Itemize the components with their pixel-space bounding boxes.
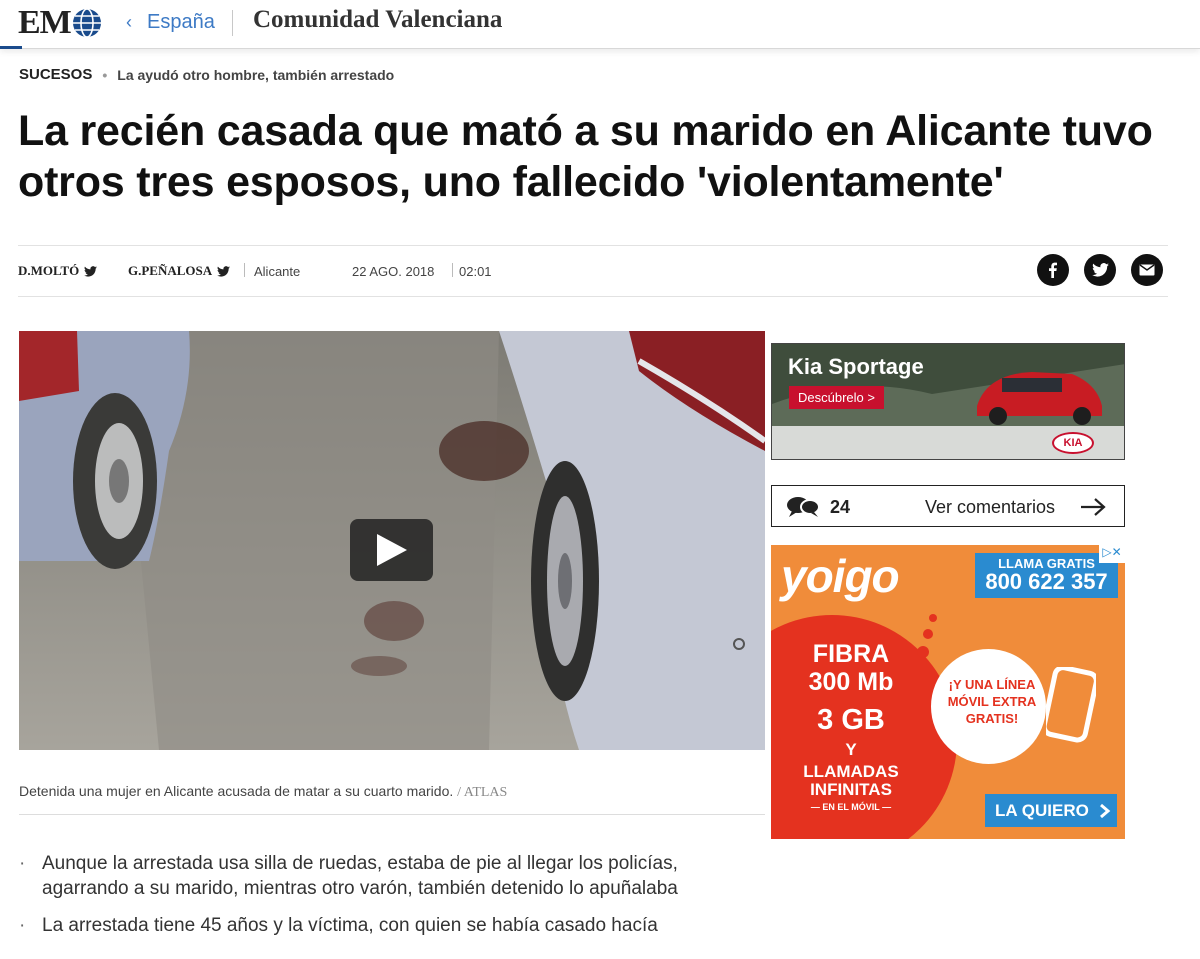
phone-icon: [1046, 667, 1096, 743]
caption-divider: [19, 814, 765, 815]
ad-offer: FIBRA 300 Mb 3 GB Y LLAMADAS INFINITAS —…: [791, 640, 911, 812]
kicker-separator: •: [102, 66, 108, 83]
list-item: · La arrestada tiene 45 años y la víctima…: [19, 913, 765, 938]
adchoices-icon[interactable]: ▷✕: [1099, 545, 1125, 563]
twitter-icon: [217, 265, 231, 277]
author-2[interactable]: G.PEÑALOSA: [128, 263, 231, 279]
list-item-text: La arrestada tiene 45 años y la víctima,…: [42, 915, 658, 936]
section-title[interactable]: Comunidad Valenciana: [253, 6, 502, 34]
site-logo[interactable]: EM: [18, 4, 102, 42]
bullet-icon: ·: [19, 853, 26, 874]
offer-and: Y: [845, 740, 857, 759]
mobile-label: — EN EL MÓVIL —: [810, 802, 892, 812]
twitter-icon: [84, 265, 98, 277]
bullet-icon: ·: [19, 915, 26, 936]
byline-bar: D.MOLTÓ G.PEÑALOSA Alicante 22 AGO. 2018…: [18, 245, 1168, 297]
chevron-right-icon: [1099, 803, 1111, 818]
logo-text: EM: [18, 4, 72, 41]
article-kicker: SUCESOS • La ayudó otro hombre, también …: [19, 66, 394, 83]
video-caption: Detenida una mujer en Alicante acusada d…: [19, 783, 507, 801]
caption-text: Detenida una mujer en Alicante acusada d…: [19, 783, 454, 799]
comments-count: 24: [830, 497, 851, 517]
la-quiero-button[interactable]: LA QUIERO: [985, 794, 1117, 827]
comments-button[interactable]: 24 Ver comentarios: [771, 485, 1125, 527]
fibra-speed: 300 Mb: [808, 668, 894, 696]
play-button[interactable]: [350, 519, 433, 581]
article-headline: La recién casada que mató a su marido en…: [18, 107, 1153, 206]
twitter-icon: [1091, 263, 1109, 277]
video-player[interactable]: [19, 331, 765, 750]
article-date: 22 AGO. 2018: [352, 264, 435, 279]
kia-logo: KIA: [1052, 432, 1094, 454]
phone-number: 800 622 357: [985, 569, 1108, 594]
ad-cta-button[interactable]: Descúbrelo >: [789, 386, 884, 409]
yoigo-logo: yoigo: [781, 550, 900, 602]
comments-icon: [787, 497, 820, 517]
list-item-text: Aunque la arrestada usa silla de ruedas,…: [42, 853, 678, 899]
arrow-right-icon: [1081, 498, 1106, 516]
top-navigation-bar: EM ‹ España Comunidad Valenciana: [0, 0, 1200, 49]
play-icon: [376, 534, 407, 566]
calls-label: LLAMADAS INFINITAS: [803, 762, 899, 799]
promo-text: ¡Y UNA LÍNEA MÓVIL EXTRA GRATIS!: [947, 677, 1037, 726]
chevron-left-icon[interactable]: ‹: [126, 12, 132, 33]
share-email-button[interactable]: [1131, 254, 1163, 286]
yoigo-ad-banner[interactable]: yoigo LLAMA GRATIS 800 622 357 ▷✕ FIBRA …: [771, 545, 1125, 839]
byline-divider: [452, 263, 453, 277]
cta-label: LA QUIERO: [995, 800, 1089, 820]
author-2-name: G.PEÑALOSA: [128, 263, 213, 278]
ad-phone-box: LLAMA GRATIS 800 622 357: [975, 553, 1118, 598]
caption-credit: / ATLAS: [457, 785, 508, 800]
fibra-label: FIBRA: [812, 640, 890, 668]
byline-divider: [244, 263, 245, 277]
share-facebook-button[interactable]: [1037, 254, 1069, 286]
facebook-icon: [1049, 262, 1057, 278]
email-icon: [1139, 264, 1155, 276]
kicker-category[interactable]: SUCESOS: [19, 66, 92, 83]
article-location: Alicante: [254, 264, 301, 279]
list-item: · Aunque la arrestada usa silla de ruedas…: [19, 851, 765, 901]
globe-icon: [72, 8, 101, 38]
breadcrumb-divider: [232, 10, 233, 36]
ad-title: Kia Sportage: [788, 354, 924, 379]
comments-label: Ver comentarios: [925, 497, 1056, 517]
kicker-subtitle: La ayudó otro hombre, también arrestado: [117, 66, 395, 83]
article-summary: · Aunque la arrestada usa silla de ruedas…: [19, 851, 765, 950]
kia-ad-banner[interactable]: Kia Sportage Descúbrelo > KIA: [771, 343, 1125, 460]
data-amount: 3 GB: [817, 704, 885, 736]
header-accent-line: [0, 46, 22, 49]
author-1[interactable]: D.MOLTÓ: [18, 263, 98, 279]
author-1-name: D.MOLTÓ: [18, 263, 80, 278]
article-time: 02:01: [459, 264, 492, 279]
breadcrumb-espana[interactable]: España: [147, 11, 215, 34]
share-twitter-button[interactable]: [1084, 254, 1116, 286]
decorative-dots: [917, 614, 937, 658]
